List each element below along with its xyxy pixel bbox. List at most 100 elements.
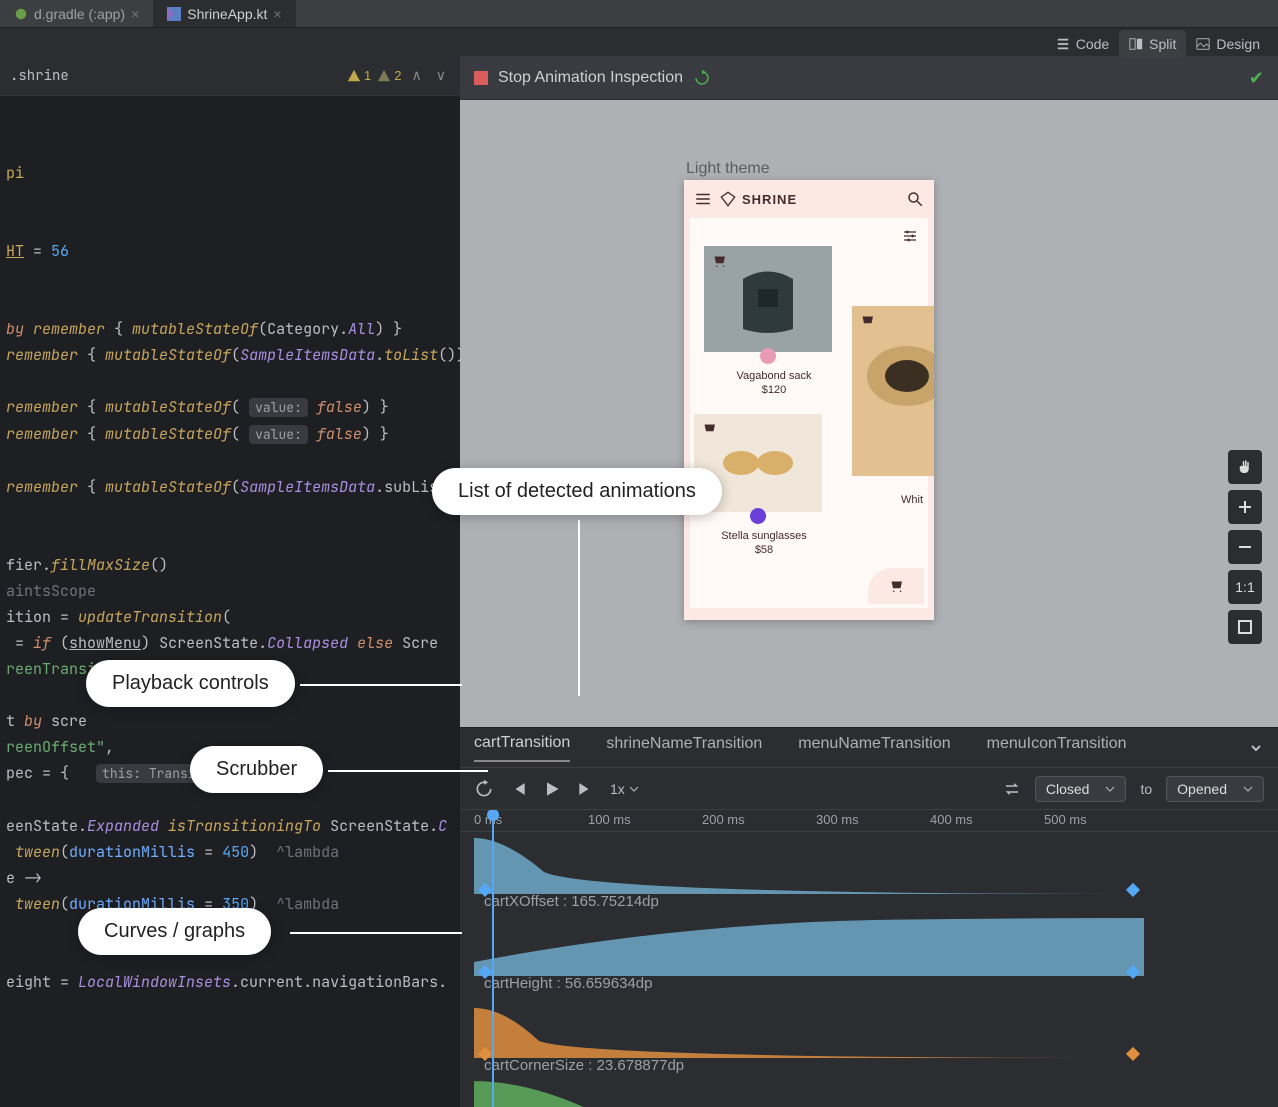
view-mode-group: Code Split Design	[1046, 30, 1270, 58]
chevron-down-icon[interactable]	[1248, 740, 1264, 756]
track-label: cartCornerSize : 23.678877dp	[484, 1057, 684, 1074]
callout-scrubber: Scrubber	[190, 746, 323, 793]
track-label: cartXOffset : 165.75214dp	[484, 893, 659, 910]
tab-label: ShrineApp.kt	[187, 6, 267, 22]
product-grid: Vagabond sack $120 Whit	[690, 218, 928, 608]
curve-graph	[474, 832, 1144, 894]
tick-label: 300 ms	[816, 812, 859, 827]
tab-gradle[interactable]: d.gradle (:app) ×	[0, 0, 153, 27]
preview-toolbar: 1:1	[1228, 450, 1262, 644]
curve-track: cartHeight : 56.659634dp	[460, 914, 1278, 996]
tick-label: 200 ms	[702, 812, 745, 827]
play-button[interactable]	[542, 779, 562, 799]
loop-button[interactable]	[474, 779, 494, 799]
next-frame-button[interactable]	[576, 779, 596, 799]
curve-graph	[474, 914, 1144, 976]
split-icon	[1129, 37, 1143, 51]
timeline[interactable]: 0 ms 100 ms 200 ms 300 ms 400 ms 500 ms …	[460, 810, 1278, 1107]
chevron-down-icon	[1105, 784, 1115, 794]
anim-tab-cart[interactable]: cartTransition	[474, 734, 570, 762]
viewmode-code[interactable]: Code	[1046, 30, 1119, 58]
scrubber-handle[interactable]	[492, 810, 494, 1107]
app-header: SHRINE	[684, 180, 934, 218]
breadcrumb[interactable]: .shrine	[10, 67, 69, 85]
curve-track: cartCornerSize : 23.678877dp	[460, 996, 1278, 1078]
tab-label: d.gradle (:app)	[34, 6, 125, 22]
menu-icon[interactable]	[694, 190, 712, 208]
tick-label: 400 ms	[930, 812, 973, 827]
zoom-reset-button[interactable]: 1:1	[1228, 570, 1262, 604]
curve-graph	[474, 996, 1144, 1058]
product-image	[704, 246, 832, 352]
minus-icon	[1237, 539, 1253, 555]
plus-icon	[1237, 499, 1253, 515]
curve-graph	[474, 1078, 1278, 1107]
favorite-badge-icon	[760, 348, 776, 364]
speed-selector[interactable]: 1x	[610, 781, 639, 797]
product-card[interactable]: Whit	[852, 306, 934, 506]
fit-icon	[1237, 619, 1253, 635]
add-to-cart-icon[interactable]	[858, 312, 876, 330]
zoom-out-button[interactable]	[1228, 530, 1262, 564]
preview-device: SHRINE Vagabond sack $120	[684, 180, 934, 620]
search-icon[interactable]	[906, 190, 924, 208]
close-icon[interactable]: ×	[273, 6, 281, 22]
callout-animations-list: List of detected animations	[432, 468, 722, 515]
next-highlight-icon[interactable]: ∨	[432, 65, 450, 86]
compose-preview-canvas[interactable]: Light theme SHRINE	[460, 100, 1278, 727]
warning-badge[interactable]: 1	[347, 68, 371, 83]
cart-fab[interactable]	[868, 568, 924, 604]
tick-label: 500 ms	[1044, 812, 1087, 827]
product-name: Whit	[852, 494, 934, 506]
pan-button[interactable]	[1228, 450, 1262, 484]
tick-label: 100 ms	[588, 812, 631, 827]
chevron-down-icon	[629, 784, 639, 794]
to-state-selector[interactable]: Opened	[1166, 776, 1264, 802]
anim-tab-menuicon[interactable]: menuIconTransition	[987, 735, 1127, 761]
gradle-icon	[14, 7, 28, 21]
viewmode-design[interactable]: Design	[1186, 30, 1270, 58]
add-to-cart-icon[interactable]	[700, 420, 718, 438]
stop-icon[interactable]	[474, 71, 488, 85]
swap-states-button[interactable]	[1003, 780, 1021, 798]
hand-icon	[1236, 458, 1254, 476]
brand-logo: SHRINE	[720, 191, 797, 207]
animation-inspector-panel: cartTransition shrineNameTransition menu…	[460, 727, 1278, 1107]
brand-badge-icon	[750, 508, 766, 524]
product-card[interactable]: Vagabond sack $120	[704, 246, 844, 396]
viewmode-split[interactable]: Split	[1119, 30, 1186, 58]
anim-tab-shrinename[interactable]: shrineNameTransition	[606, 735, 762, 761]
callout-curves: Curves / graphs	[78, 908, 271, 955]
chevron-down-icon	[1243, 784, 1253, 794]
prev-highlight-icon[interactable]: ∧	[408, 65, 426, 86]
zoom-in-button[interactable]	[1228, 490, 1262, 524]
callout-playback: Playback controls	[86, 660, 295, 707]
track-label: cartHeight : 56.659634dp	[484, 975, 652, 992]
check-icon: ✔	[1249, 68, 1264, 89]
playback-controls: 1x Closed to Opened	[460, 768, 1278, 810]
editor-tabs: d.gradle (:app) × ShrineApp.kt ×	[0, 0, 1278, 28]
theme-label: Light theme	[686, 160, 770, 178]
code-text[interactable]: pi HT = 56 by remember { mutableStateOf(…	[0, 96, 460, 1007]
product-name: Vagabond sack	[704, 370, 844, 382]
animation-inspect-bar: Stop Animation Inspection ✔	[460, 56, 1278, 100]
cart-icon	[887, 577, 905, 595]
tab-shrineapp[interactable]: ShrineApp.kt ×	[153, 0, 295, 27]
zoom-fit-button[interactable]	[1228, 610, 1262, 644]
product-name: Stella sunglasses	[694, 530, 834, 542]
product-price: $120	[704, 384, 844, 396]
weak-warning-badge[interactable]: 2	[377, 68, 401, 83]
stop-animation-label[interactable]: Stop Animation Inspection	[498, 69, 683, 87]
prev-frame-button[interactable]	[508, 779, 528, 799]
from-state-selector[interactable]: Closed	[1035, 776, 1127, 802]
kotlin-icon	[167, 7, 181, 21]
close-icon[interactable]: ×	[131, 6, 139, 22]
tune-icon[interactable]	[902, 228, 918, 244]
add-to-cart-icon[interactable]	[710, 252, 728, 270]
refresh-icon[interactable]	[693, 69, 711, 87]
timeline-ruler: 0 ms 100 ms 200 ms 300 ms 400 ms 500 ms	[460, 810, 1278, 832]
curve-track	[460, 1078, 1278, 1107]
anim-tab-menuname[interactable]: menuNameTransition	[798, 735, 950, 761]
curve-track: cartXOffset : 165.75214dp	[460, 832, 1278, 914]
code-crumb-bar: .shrine 1 2 ∧ ∨	[0, 56, 460, 96]
